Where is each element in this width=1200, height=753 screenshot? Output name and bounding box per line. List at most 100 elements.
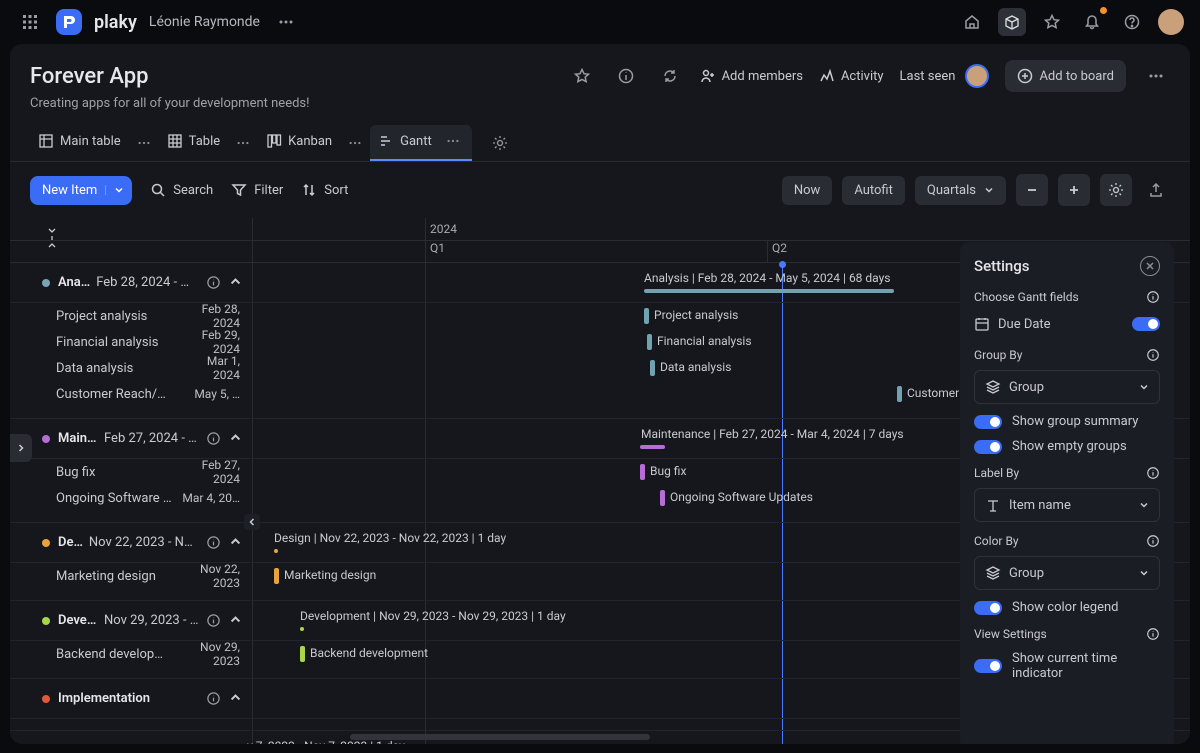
- show-summary-toggle[interactable]: [974, 415, 1002, 429]
- task-bar[interactable]: [274, 568, 279, 584]
- group-name: Ana…: [58, 275, 90, 290]
- autofit-button[interactable]: Autofit: [842, 176, 905, 205]
- bell-icon[interactable]: [1078, 8, 1106, 36]
- horizontal-scrollbar[interactable]: [350, 734, 650, 740]
- task-bar[interactable]: [897, 386, 902, 402]
- star-icon[interactable]: [1038, 8, 1066, 36]
- zoom-in-button[interactable]: [1058, 174, 1090, 206]
- filter-button[interactable]: Filter: [231, 182, 283, 198]
- collapse-left-icon[interactable]: [244, 514, 260, 530]
- new-item-button[interactable]: New Item: [30, 176, 132, 205]
- gear-icon[interactable]: [486, 129, 514, 157]
- star-outline-icon[interactable]: [568, 62, 596, 90]
- task-bar[interactable]: [644, 308, 649, 324]
- info-icon[interactable]: [206, 431, 221, 446]
- chevron-down-icon: [1139, 568, 1149, 578]
- gantt-settings-button[interactable]: [1100, 174, 1132, 206]
- chevron-up-icon[interactable]: [229, 431, 242, 446]
- tab-table[interactable]: Table: [159, 125, 228, 161]
- task-bar[interactable]: [650, 360, 655, 376]
- info-icon[interactable]: [1146, 290, 1160, 304]
- color-by-label: Color By: [974, 534, 1019, 548]
- task-date: Feb 27, 2024: [180, 458, 252, 486]
- user-avatar[interactable]: [1158, 9, 1184, 35]
- task-bar[interactable]: [640, 464, 645, 480]
- zoom-out-button[interactable]: [1016, 174, 1048, 206]
- info-icon[interactable]: [206, 535, 221, 550]
- task-name: Backend development: [56, 647, 180, 662]
- chevron-down-icon: [105, 185, 124, 195]
- tab-main-table[interactable]: Main table: [30, 125, 129, 161]
- tab-gantt-more[interactable]: [442, 134, 464, 148]
- show-time-indicator-toggle[interactable]: [974, 659, 1002, 673]
- package-icon[interactable]: [998, 8, 1026, 36]
- expand-sidebar-button[interactable]: [10, 434, 32, 462]
- task-bar[interactable]: [647, 334, 652, 350]
- last-seen[interactable]: Last seen: [900, 64, 990, 88]
- topbar: plaky Léonie Raymonde: [0, 0, 1200, 44]
- task-bar[interactable]: [660, 490, 665, 506]
- group-by-select[interactable]: Group: [974, 370, 1160, 404]
- info-icon[interactable]: [206, 743, 221, 744]
- tab-main-table-more[interactable]: [133, 136, 155, 150]
- task-bar-label: Project analysis: [654, 308, 738, 322]
- show-empty-toggle[interactable]: [974, 440, 1002, 454]
- timescale-select[interactable]: Quartals: [915, 176, 1006, 205]
- info-icon[interactable]: [1146, 534, 1160, 548]
- task-bar[interactable]: [300, 646, 305, 662]
- add-members-button[interactable]: Add members: [700, 68, 803, 84]
- label-by-value: Item name: [1009, 498, 1071, 513]
- info-icon[interactable]: [206, 691, 221, 706]
- tab-gantt[interactable]: Gantt: [370, 125, 472, 161]
- group-color-dot: [42, 539, 50, 547]
- sort-button[interactable]: Sort: [301, 182, 348, 198]
- task-date: Mar 1, 2024: [180, 354, 252, 382]
- info-icon[interactable]: [1146, 466, 1160, 480]
- show-empty-label: Show empty groups: [1012, 439, 1127, 454]
- task-date: Nov 22, 2023: [180, 562, 252, 590]
- due-date-toggle[interactable]: [1132, 317, 1160, 331]
- search-button[interactable]: Search: [150, 182, 213, 198]
- view-tabs: Main table Table Kanban Gantt: [10, 115, 1190, 162]
- chevron-up-icon[interactable]: [229, 275, 242, 290]
- plaky-logo-icon[interactable]: [56, 9, 82, 35]
- apps-grid-icon[interactable]: [16, 8, 44, 36]
- add-to-board-label: Add to board: [1039, 69, 1114, 84]
- help-icon[interactable]: [1118, 8, 1146, 36]
- home-icon[interactable]: [958, 8, 986, 36]
- group-summary-text: Analysis | Feb 28, 2024 - May 5, 2024 | …: [644, 271, 890, 285]
- color-by-select[interactable]: Group: [974, 556, 1160, 590]
- info-icon[interactable]: [206, 613, 221, 628]
- info-icon[interactable]: [1146, 348, 1160, 362]
- activity-button[interactable]: Activity: [819, 68, 884, 84]
- info-icon[interactable]: [612, 62, 640, 90]
- app-name: plaky: [94, 12, 137, 33]
- tab-kanban[interactable]: Kanban: [258, 125, 340, 161]
- export-icon[interactable]: [1142, 176, 1170, 204]
- tab-kanban-more[interactable]: [344, 136, 366, 150]
- info-icon[interactable]: [1146, 627, 1160, 641]
- chevron-up-icon[interactable]: [229, 743, 242, 744]
- board-more-icon[interactable]: [1142, 62, 1170, 90]
- chevron-up-icon[interactable]: [229, 535, 242, 550]
- close-button[interactable]: [1140, 256, 1160, 276]
- user-name[interactable]: Léonie Raymonde: [149, 14, 260, 30]
- group-summary-bar: [274, 549, 278, 553]
- chevron-up-icon[interactable]: [229, 691, 242, 706]
- show-legend-toggle[interactable]: [974, 601, 1002, 615]
- add-to-board-button[interactable]: Add to board: [1005, 60, 1126, 92]
- label-by-select[interactable]: Item name: [974, 488, 1160, 522]
- refresh-icon[interactable]: [656, 62, 684, 90]
- now-button[interactable]: Now: [782, 176, 832, 205]
- group-summary-text: Maintenance | Feb 27, 2024 - Mar 4, 2024…: [641, 427, 904, 441]
- new-item-label: New Item: [42, 183, 97, 198]
- board-title: Forever App: [30, 64, 149, 89]
- group-date-range: Nov 7, 2023 - Nov 7, …: [80, 743, 200, 744]
- chevron-down-icon: [1139, 500, 1149, 510]
- chevron-up-icon[interactable]: [229, 613, 242, 628]
- tab-table-more[interactable]: [232, 136, 254, 150]
- task-bar-label: Financial analysis: [657, 334, 752, 348]
- show-time-label: Show current time indicator: [1012, 651, 1160, 681]
- info-icon[interactable]: [206, 275, 221, 290]
- more-icon[interactable]: [272, 8, 300, 36]
